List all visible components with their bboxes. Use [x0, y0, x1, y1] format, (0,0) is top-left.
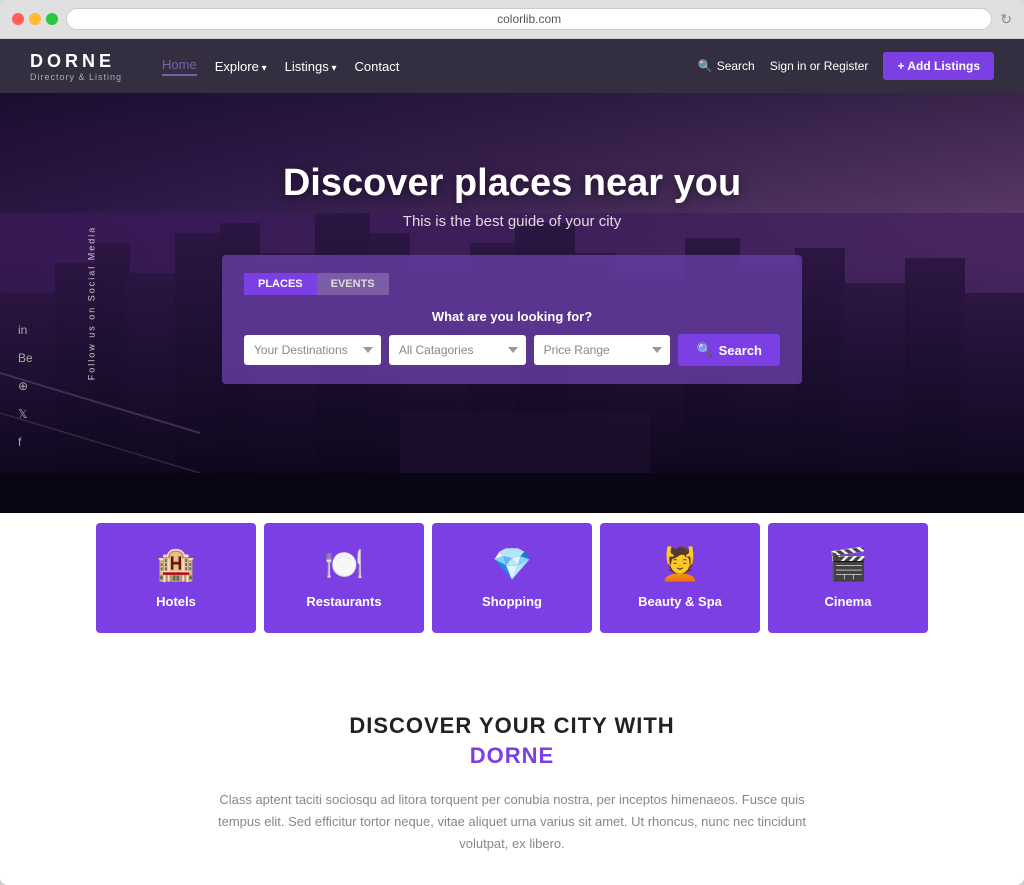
hotels-label: Hotels	[156, 594, 196, 609]
restaurants-icon: 🍽️	[280, 545, 408, 583]
search-icon: 🔍	[698, 59, 713, 73]
tab-places[interactable]: PLACES	[244, 273, 317, 295]
discover-section: DISCOVER YOUR CITY WITH DORNE Class apte…	[0, 673, 1024, 885]
category-hotels[interactable]: 🏨 Hotels	[96, 523, 256, 633]
nav-explore[interactable]: Explore	[215, 59, 267, 74]
beauty-spa-label: Beauty & Spa	[638, 594, 722, 609]
nav-contact[interactable]: Contact	[355, 59, 400, 74]
search-btn-icon: 🔍	[696, 342, 712, 358]
browser-chrome: colorlib.com ↻	[0, 0, 1024, 39]
search-link[interactable]: 🔍 Search	[698, 59, 755, 73]
search-button[interactable]: 🔍 Search	[678, 334, 780, 366]
search-box: PLACES EVENTS What are you looking for? …	[222, 255, 802, 384]
category-shopping[interactable]: 💎 Shopping	[432, 523, 592, 633]
nav-listings[interactable]: Listings	[285, 59, 337, 74]
categories-section: 🏨 Hotels 🍽️ Restaurants 💎 Shopping 💆 Bea…	[0, 503, 1024, 673]
twitter-icon[interactable]: 𝕏	[18, 407, 33, 421]
signin-link[interactable]: Sign in or Register	[770, 59, 869, 73]
discover-title: DISCOVER YOUR CITY WITH	[30, 713, 994, 739]
price-select[interactable]: Price Range	[534, 335, 671, 365]
search-question: What are you looking for?	[244, 309, 780, 324]
restaurants-label: Restaurants	[306, 594, 381, 609]
logo-area: DORNE Directory & Listing	[30, 51, 122, 82]
hero-subtitle: This is the best guide of your city	[40, 213, 984, 230]
tab-events[interactable]: EVENTS	[317, 273, 389, 295]
cinema-label: Cinema	[825, 594, 872, 609]
logo-sub: Directory & Listing	[30, 72, 122, 82]
facebook-icon[interactable]: f	[18, 435, 33, 449]
beauty-spa-icon: 💆	[616, 545, 744, 583]
add-listing-button[interactable]: + Add Listings	[883, 52, 994, 80]
browser-window: colorlib.com ↻ DORNE Directory & Listing…	[0, 0, 1024, 885]
website: DORNE Directory & Listing Home Explore L…	[0, 39, 1024, 885]
cinema-icon: 🎬	[784, 545, 912, 583]
hotels-icon: 🏨	[112, 545, 240, 583]
logo-text: DORNE	[30, 51, 122, 72]
dot-yellow[interactable]	[29, 13, 41, 25]
nav-links: Home Explore Listings Contact	[162, 57, 678, 76]
hero-content: Discover places near you This is the bes…	[0, 162, 1024, 384]
hero-title: Discover places near you	[40, 162, 984, 205]
destination-select[interactable]: Your Destinations	[244, 335, 381, 365]
address-bar[interactable]: colorlib.com	[66, 8, 992, 30]
hero-section: Follow us on Social Media in Be ⊕ 𝕏 f Di…	[0, 93, 1024, 513]
refresh-icon[interactable]: ↻	[1000, 11, 1012, 28]
dot-red[interactable]	[12, 13, 24, 25]
discover-description: Class aptent taciti sociosqu ad litora t…	[212, 789, 812, 855]
category-beauty-spa[interactable]: 💆 Beauty & Spa	[600, 523, 760, 633]
categories-select[interactable]: All Catagories	[389, 335, 526, 365]
browser-dots	[12, 13, 58, 25]
nav-actions: 🔍 Search Sign in or Register + Add Listi…	[698, 52, 994, 80]
nav-home[interactable]: Home	[162, 57, 197, 76]
search-tabs: PLACES EVENTS	[244, 273, 780, 295]
shopping-icon: 💎	[448, 545, 576, 583]
categories-grid: 🏨 Hotels 🍽️ Restaurants 💎 Shopping 💆 Bea…	[30, 503, 994, 633]
search-fields: Your Destinations All Catagories Price R…	[244, 334, 780, 366]
shopping-label: Shopping	[482, 594, 542, 609]
navbar: DORNE Directory & Listing Home Explore L…	[0, 39, 1024, 93]
category-restaurants[interactable]: 🍽️ Restaurants	[264, 523, 424, 633]
dot-green[interactable]	[46, 13, 58, 25]
category-cinema[interactable]: 🎬 Cinema	[768, 523, 928, 633]
discover-brand: DORNE	[30, 743, 994, 769]
